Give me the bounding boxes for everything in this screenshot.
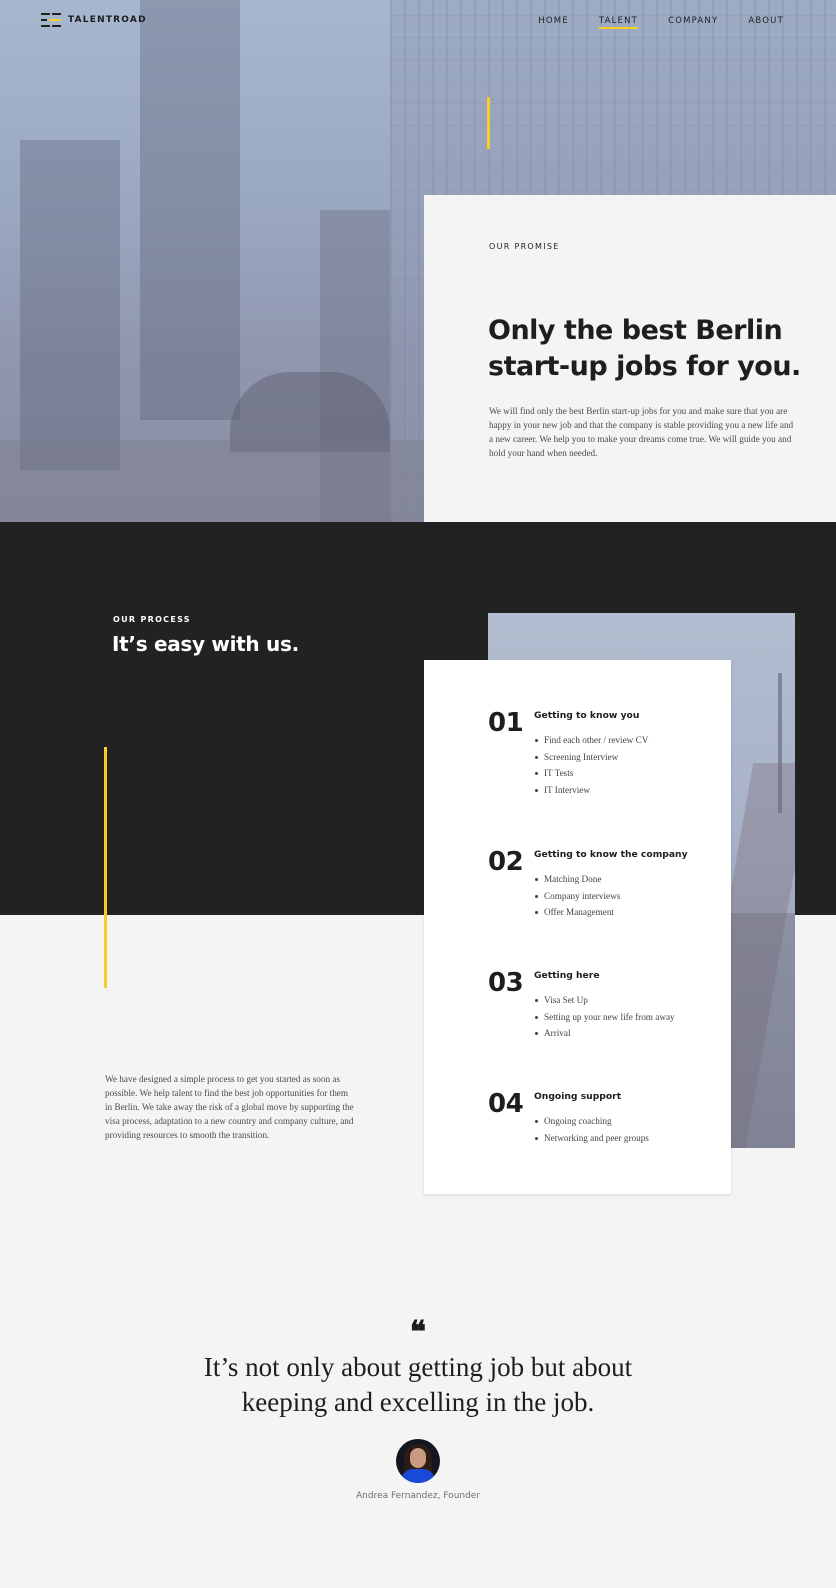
process-eyebrow: OUR PROCESS xyxy=(113,615,191,624)
step-number: 03 xyxy=(488,968,524,998)
promise-panel: OUR PROMISE Only the best Berlin start-u… xyxy=(424,195,836,522)
step-list: Visa Set Up Setting up your new life fro… xyxy=(534,992,675,1042)
step-item: Ongoing coaching xyxy=(534,1113,649,1130)
step-number: 02 xyxy=(488,847,524,877)
step-item: Offer Management xyxy=(534,904,620,921)
nav-link-talent[interactable]: TALENT xyxy=(598,16,639,29)
step-title: Ongoing support xyxy=(534,1091,622,1102)
step-item: Company interviews xyxy=(534,888,620,905)
promise-eyebrow: OUR PROMISE xyxy=(489,242,560,251)
avatar-body xyxy=(401,1469,435,1483)
step-item: Networking and peer groups xyxy=(534,1130,649,1147)
hero-background-shape xyxy=(20,140,120,470)
nav-link-company[interactable]: COMPANY xyxy=(668,16,718,26)
nav-link-home[interactable]: HOME xyxy=(538,16,569,26)
step-item: Matching Done xyxy=(534,871,620,888)
quote-icon: ❝ xyxy=(409,1315,427,1350)
step-list: Ongoing coaching Networking and peer gro… xyxy=(534,1113,649,1146)
step-title: Getting here xyxy=(534,970,600,981)
avatar xyxy=(396,1439,440,1483)
step-number: 01 xyxy=(488,708,524,738)
nav-link-about[interactable]: ABOUT xyxy=(748,16,784,26)
hero-background-shape xyxy=(140,0,240,420)
step-list: Matching Done Company interviews Offer M… xyxy=(534,871,620,921)
process-steps-card: 01 Getting to know you Find each other /… xyxy=(424,660,731,1194)
step-number: 04 xyxy=(488,1089,524,1119)
promise-heading: Only the best Berlin start-up jobs for y… xyxy=(488,315,801,382)
logo-icon xyxy=(41,13,61,27)
step-item: Setting up your new life from away xyxy=(534,1009,675,1026)
step-item: Screening Interview xyxy=(534,749,648,766)
step-item: IT Interview xyxy=(534,782,648,799)
step-item: IT Tests xyxy=(534,765,648,782)
photo-detail xyxy=(728,913,795,1148)
avatar-face xyxy=(410,1448,426,1468)
step-list: Find each other / review CV Screening In… xyxy=(534,732,648,798)
logo-link[interactable]: TALENTROAD xyxy=(41,13,147,27)
step-item: Find each other / review CV xyxy=(534,732,648,749)
step-item: Visa Set Up xyxy=(534,992,675,1009)
step-title: Getting to know you xyxy=(534,710,640,721)
process-description: We have designed a simple process to get… xyxy=(105,1074,354,1140)
process-title: It’s easy with us. xyxy=(112,632,299,656)
logo-text: TALENTROAD xyxy=(68,15,147,25)
accent-line xyxy=(487,97,490,149)
top-nav: TALENTROAD HOME TALENT COMPANY ABOUT xyxy=(0,0,836,42)
step-title: Getting to know the company xyxy=(534,849,688,860)
quote-author: Andrea Fernandez, Founder xyxy=(355,1491,481,1501)
nav-links: HOME TALENT COMPANY ABOUT xyxy=(538,16,784,29)
promise-body: We will find only the best Berlin start-… xyxy=(489,406,794,458)
accent-line xyxy=(104,747,107,988)
quote-text: It’s not only about getting job but abou… xyxy=(203,1352,633,1417)
step-item: Arrival xyxy=(534,1025,675,1042)
